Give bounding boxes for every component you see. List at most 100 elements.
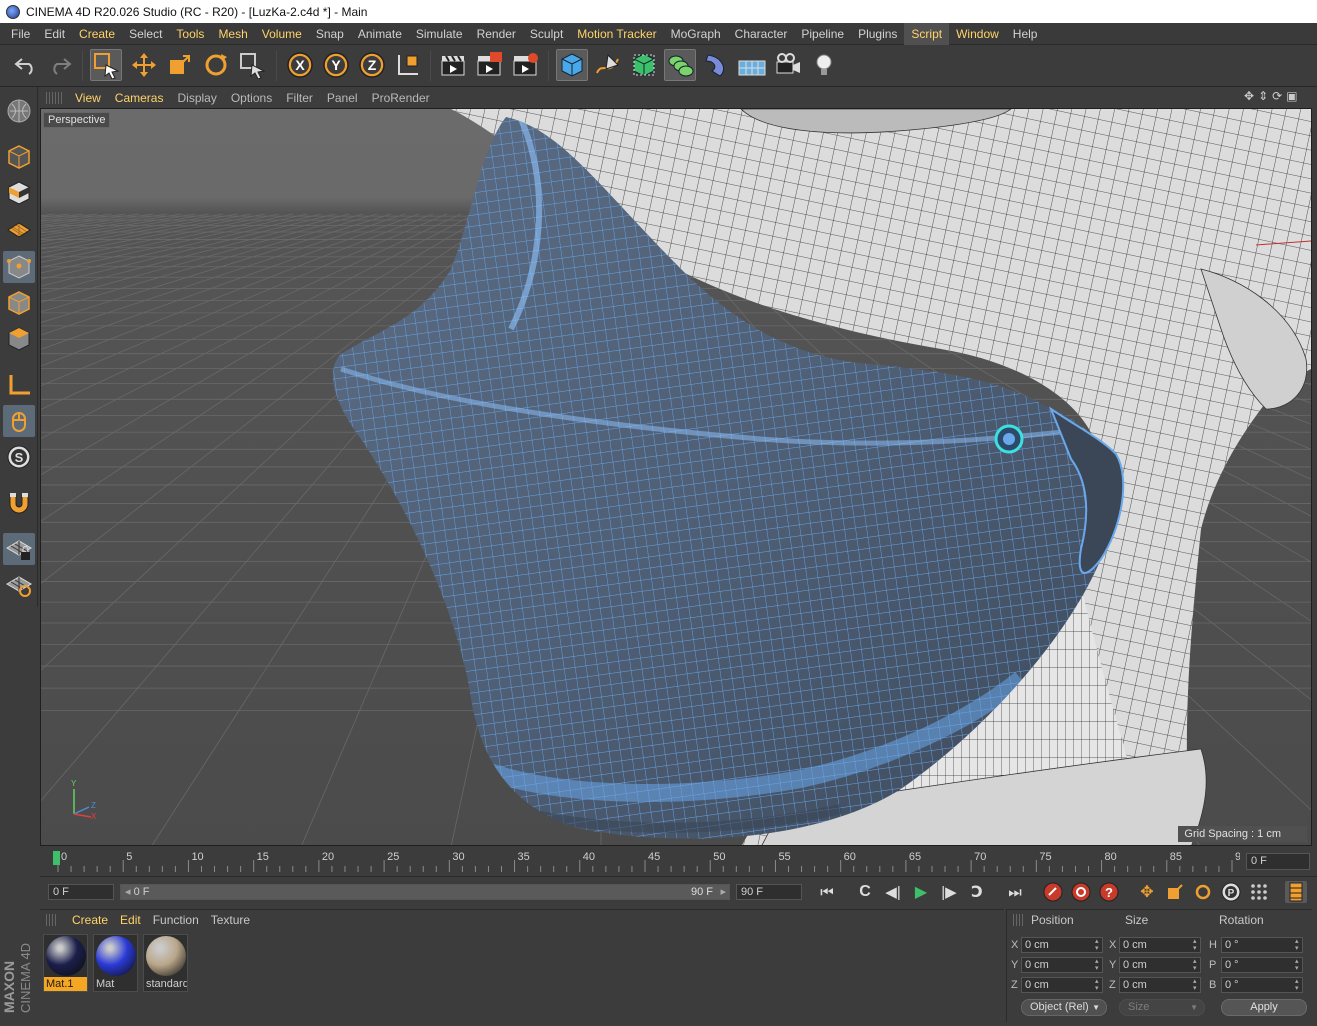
play-forward-button[interactable]: ▶ <box>910 881 932 903</box>
menu-pipeline[interactable]: Pipeline <box>794 23 851 45</box>
material-menu-create[interactable]: Create <box>66 913 114 927</box>
position-field-y[interactable]: 0 cm <box>1021 957 1103 973</box>
edges-mode-button[interactable] <box>3 287 35 319</box>
tweak-mode-button[interactable] <box>3 405 35 437</box>
y-axis-lock-button[interactable]: Y <box>320 49 352 81</box>
undo-button[interactable] <box>10 49 42 81</box>
menu-mesh[interactable]: Mesh <box>211 23 254 45</box>
rotate-tool-button[interactable] <box>200 49 232 81</box>
viewport-menu-panel[interactable]: Panel <box>320 91 365 105</box>
record-active-objects-button[interactable] <box>1042 881 1064 903</box>
3d-viewport[interactable]: Perspective Y Z X Grid Spacing : 1 cm <box>40 108 1312 846</box>
menu-select[interactable]: Select <box>122 23 169 45</box>
next-key-button[interactable]: Ↄ <box>966 881 988 903</box>
apply-button[interactable]: Apply <box>1221 999 1307 1016</box>
key-rotation-button[interactable] <box>1192 881 1214 903</box>
menu-motion-tracker[interactable]: Motion Tracker <box>570 23 663 45</box>
menu-character[interactable]: Character <box>728 23 795 45</box>
rotation-field-h[interactable]: 0 ° <box>1221 937 1303 953</box>
menu-script[interactable]: Script <box>904 22 950 45</box>
points-mode-button[interactable] <box>3 251 35 283</box>
menu-simulate[interactable]: Simulate <box>409 23 470 45</box>
menu-plugins[interactable]: Plugins <box>851 23 904 45</box>
menu-help[interactable]: Help <box>1006 23 1045 45</box>
cloner-button[interactable] <box>664 49 696 81</box>
playhead[interactable] <box>53 851 60 865</box>
rotation-field-b[interactable]: 0 ° <box>1221 977 1303 993</box>
viewport-menu-cameras[interactable]: Cameras <box>108 91 171 105</box>
menu-render[interactable]: Render <box>470 23 523 45</box>
start-frame-field[interactable]: 0 F <box>48 884 114 900</box>
autokeying-button[interactable] <box>1070 881 1092 903</box>
scale-tool-button[interactable] <box>164 49 196 81</box>
menu-sculpt[interactable]: Sculpt <box>523 23 570 45</box>
rotate-view-icon[interactable]: ⟳ <box>1272 89 1282 103</box>
redo-button[interactable] <box>44 49 76 81</box>
recent-tools-button[interactable] <box>236 49 268 81</box>
camera-button[interactable] <box>772 49 804 81</box>
position-field-z[interactable]: 0 cm <box>1021 977 1103 993</box>
maximize-view-icon[interactable]: ▣ <box>1286 89 1297 103</box>
key-position-button[interactable]: ✥ <box>1136 881 1158 903</box>
key-scale-button[interactable] <box>1164 881 1186 903</box>
axis-mode-button[interactable] <box>3 369 35 401</box>
viewport-menu-filter[interactable]: Filter <box>279 91 320 105</box>
make-editable-button[interactable] <box>3 95 35 127</box>
size-field-x[interactable]: 0 cm <box>1119 937 1201 953</box>
menu-snap[interactable]: Snap <box>309 23 351 45</box>
go-to-start-button[interactable]: ⏮ <box>816 881 838 903</box>
go-to-end-button[interactable]: ⏭ <box>1004 881 1026 903</box>
planar-workplane-button[interactable] <box>3 569 35 601</box>
floor-button[interactable] <box>736 49 768 81</box>
snap-toggle-button[interactable] <box>3 487 35 519</box>
menu-tools[interactable]: Tools <box>169 23 211 45</box>
position-field-x[interactable]: 0 cm <box>1021 937 1103 953</box>
model-mode-button[interactable] <box>3 141 35 173</box>
end-frame-field[interactable]: 90 F <box>736 884 802 900</box>
viewport-menu-view[interactable]: View <box>68 91 108 105</box>
menu-create[interactable]: Create <box>72 23 122 45</box>
texture-mode-button[interactable] <box>3 177 35 209</box>
material-swatch[interactable]: standard <box>143 934 188 992</box>
key-parameter-button[interactable]: P <box>1220 881 1242 903</box>
menu-animate[interactable]: Animate <box>351 23 409 45</box>
x-axis-lock-button[interactable]: X <box>284 49 316 81</box>
menu-volume[interactable]: Volume <box>255 23 309 45</box>
deformer-button[interactable] <box>700 49 732 81</box>
camera-label[interactable]: Perspective <box>43 112 111 128</box>
coordinate-system-button[interactable] <box>392 49 424 81</box>
cube-object-button[interactable] <box>556 49 588 81</box>
viewport-menu-options[interactable]: Options <box>224 91 279 105</box>
material-menu-edit[interactable]: Edit <box>114 913 147 927</box>
solo-button[interactable]: S <box>3 441 35 473</box>
menu-mograph[interactable]: MoGraph <box>664 23 728 45</box>
size-field-z[interactable]: 0 cm <box>1119 977 1201 993</box>
timeline-ruler[interactable]: 0 5 10 15 20 25 30 35 40 45 50 55 60 65 70 75 80 85 90 <box>40 848 1312 876</box>
size-field-y[interactable]: 0 cm <box>1119 957 1201 973</box>
viewport-menu-display[interactable]: Display <box>170 91 223 105</box>
menu-window[interactable]: Window <box>949 23 1006 45</box>
material-swatch[interactable]: Mat <box>93 934 138 992</box>
panel-grip[interactable] <box>46 92 62 104</box>
key-point-level-button[interactable] <box>1248 881 1270 903</box>
polygons-mode-button[interactable] <box>3 323 35 355</box>
rotation-field-p[interactable]: 0 ° <box>1221 957 1303 973</box>
subdivision-surface-button[interactable] <box>628 49 660 81</box>
z-axis-lock-button[interactable]: Z <box>356 49 388 81</box>
current-frame-field[interactable]: 0 F <box>1246 853 1310 870</box>
coordinate-mode-dropdown[interactable]: Object (Rel) ▼ <box>1021 999 1107 1016</box>
locked-workplane-button[interactable] <box>3 533 35 565</box>
dolly-view-icon[interactable]: ⇕ <box>1258 89 1268 103</box>
previous-frame-button[interactable]: ◀| <box>882 881 904 903</box>
viewport-menu-prorender[interactable]: ProRender <box>365 91 437 105</box>
preview-range-slider[interactable]: ◂ 0 F 90 F ▸ <box>120 884 730 900</box>
next-frame-button[interactable]: |▶ <box>938 881 960 903</box>
material-menu-function[interactable]: Function <box>147 913 205 927</box>
size-mode-dropdown[interactable]: Size ▼ <box>1119 999 1205 1016</box>
move-tool-button[interactable] <box>128 49 160 81</box>
render-to-picture-viewer-button[interactable] <box>474 49 506 81</box>
render-settings-button[interactable] <box>510 49 542 81</box>
pan-view-icon[interactable]: ✥ <box>1244 89 1254 103</box>
menu-file[interactable]: File <box>4 23 37 45</box>
previous-key-button[interactable]: C <box>854 881 876 903</box>
